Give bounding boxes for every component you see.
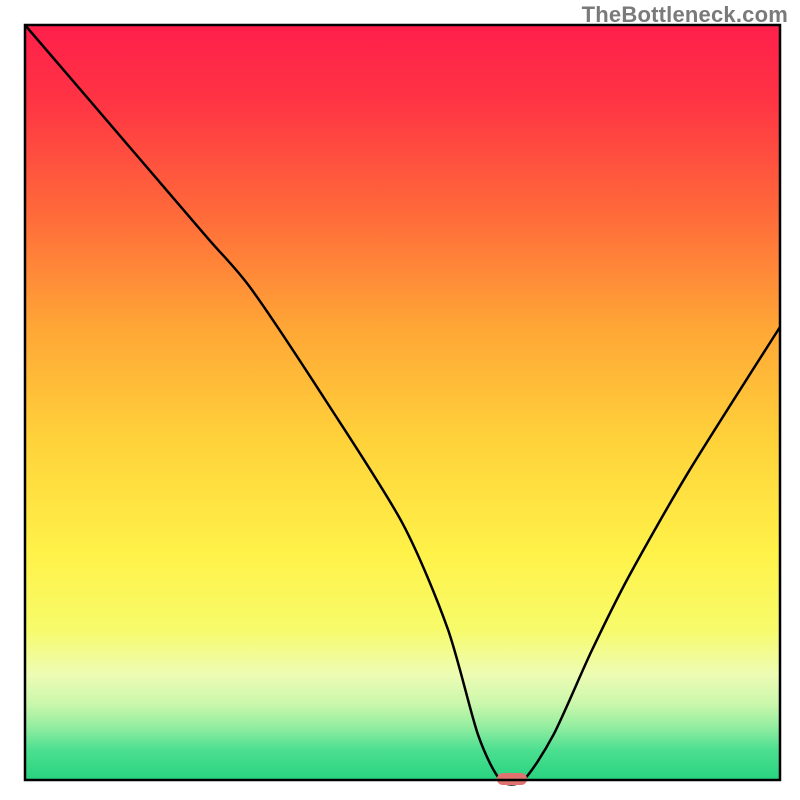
- bottleneck-chart: [0, 0, 800, 800]
- watermark-text: TheBottleneck.com: [582, 2, 788, 28]
- plot-background: [25, 25, 780, 780]
- chart-container: TheBottleneck.com: [0, 0, 800, 800]
